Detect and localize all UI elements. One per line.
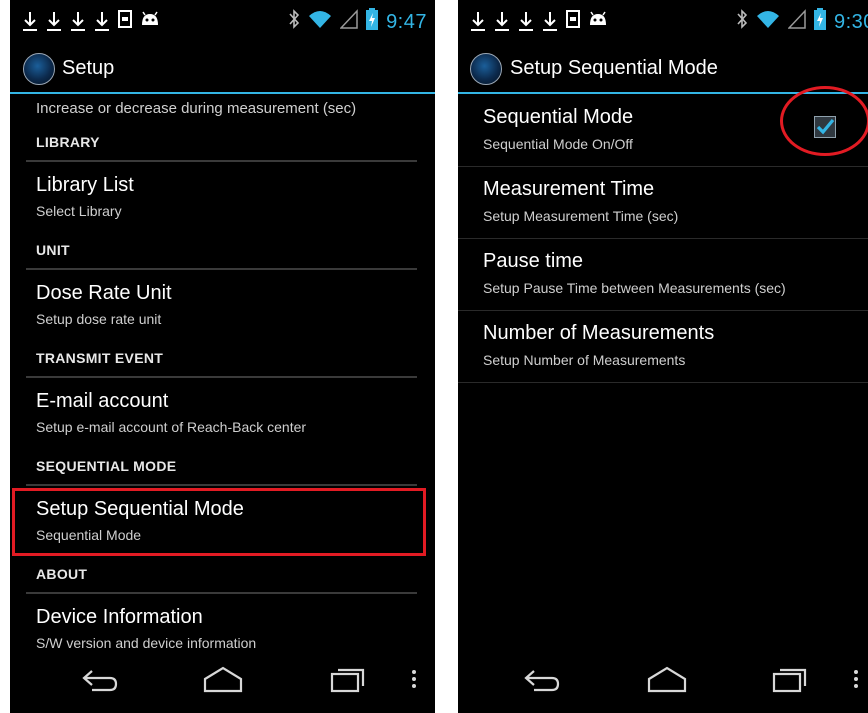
page-title: Setup Sequential Mode — [510, 57, 718, 79]
category-unit: UNIT — [26, 234, 417, 270]
pref-title: Library List — [36, 174, 134, 196]
pref-summary: Setup dose rate unit — [36, 311, 162, 327]
home-icon[interactable] — [646, 665, 688, 700]
pref-summary: S/W version and device information — [36, 635, 257, 651]
pref-title: Measurement Time — [483, 178, 655, 200]
pref-title: Number of Measurements — [483, 322, 715, 344]
setup-screen: 9:47 Setup Increase or decrease during m… — [10, 0, 435, 713]
download-icon — [70, 11, 86, 33]
back-icon[interactable] — [80, 665, 120, 700]
signal-icon — [339, 9, 358, 35]
navigation-bar — [458, 651, 868, 713]
android-icon — [588, 11, 608, 32]
pref-summary: Sequential Mode On/Off — [483, 136, 633, 152]
pref-title: E-mail account — [36, 390, 169, 412]
pref-summary-partial: Increase or decrease during measurement … — [36, 100, 357, 117]
setup-sequential-mode-screen: 9:30 Setup Sequential Mode Sequential Mo… — [458, 0, 868, 713]
status-bar: 9:47 — [10, 0, 435, 44]
pref-summary: Setup Number of Measurements — [483, 352, 686, 368]
pref-title: Dose Rate Unit — [36, 282, 172, 304]
pref-library-list[interactable]: Library List Select Library — [10, 164, 435, 236]
category-label: ABOUT — [36, 566, 88, 582]
pref-summary: Setup Pause Time between Measurements (s… — [483, 280, 786, 296]
category-label: SEQUENTIAL MODE — [36, 458, 177, 474]
download-icon — [46, 11, 62, 33]
pref-email-account[interactable]: E-mail account Setup e-mail account of R… — [10, 380, 435, 452]
category-about: ABOUT — [26, 558, 417, 594]
android-icon — [140, 11, 160, 32]
pref-pause-time[interactable]: Pause time Setup Pause Time between Meas… — [458, 238, 868, 311]
status-time: 9:47 — [386, 10, 427, 33]
category-label: TRANSMIT EVENT — [36, 350, 164, 366]
download-icon — [22, 11, 38, 33]
download-icon — [518, 11, 534, 33]
app-logo-icon[interactable] — [23, 53, 55, 85]
category-label: LIBRARY — [36, 134, 100, 150]
status-time: 9:30 — [834, 10, 868, 33]
pref-dose-rate-unit[interactable]: Dose Rate Unit Setup dose rate unit — [10, 272, 435, 344]
pref-summary: Setup Measurement Time (sec) — [483, 208, 679, 224]
download-icon — [494, 11, 510, 33]
pref-title: Sequential Mode — [483, 106, 634, 128]
pref-summary: Setup e-mail account of Reach-Back cente… — [36, 419, 307, 435]
category-sequential-mode: SEQUENTIAL MODE — [26, 450, 417, 486]
overflow-menu-icon[interactable] — [410, 665, 418, 700]
bluetooth-icon — [288, 9, 300, 35]
pref-title: Pause time — [483, 250, 584, 272]
category-transmit-event: TRANSMIT EVENT — [26, 342, 417, 378]
pref-number-of-measurements[interactable]: Number of Measurements Setup Number of M… — [458, 310, 868, 383]
recent-apps-icon[interactable] — [770, 665, 810, 700]
category-label: UNIT — [36, 242, 70, 258]
category-library: LIBRARY — [26, 126, 417, 162]
bluetooth-icon — [736, 9, 748, 35]
action-bar: Setup — [10, 46, 435, 94]
pref-measurement-time[interactable]: Measurement Time Setup Measurement Time … — [458, 166, 868, 239]
download-icon — [470, 11, 486, 33]
download-icon — [94, 11, 110, 33]
pref-title: Device Information — [36, 606, 203, 628]
app-logo-icon[interactable] — [470, 53, 502, 85]
status-bar: 9:30 — [458, 0, 868, 44]
action-bar: Setup Sequential Mode — [458, 46, 868, 94]
wifi-icon — [756, 9, 780, 35]
home-icon[interactable] — [202, 665, 244, 700]
recent-apps-icon[interactable] — [328, 665, 368, 700]
wifi-icon — [308, 9, 332, 35]
signal-icon — [787, 9, 806, 35]
sd-card-icon — [118, 10, 132, 33]
overflow-menu-icon[interactable] — [852, 665, 860, 700]
circle-annotation — [780, 86, 868, 156]
battery-charging-icon — [366, 8, 379, 36]
navigation-bar — [10, 651, 435, 713]
highlight-annotation — [12, 488, 426, 556]
pref-summary: Select Library — [36, 203, 122, 219]
page-title: Setup — [62, 57, 115, 79]
back-icon[interactable] — [522, 665, 562, 700]
download-icon — [542, 11, 558, 33]
battery-charging-icon — [814, 8, 826, 36]
sd-card-icon — [566, 10, 580, 33]
